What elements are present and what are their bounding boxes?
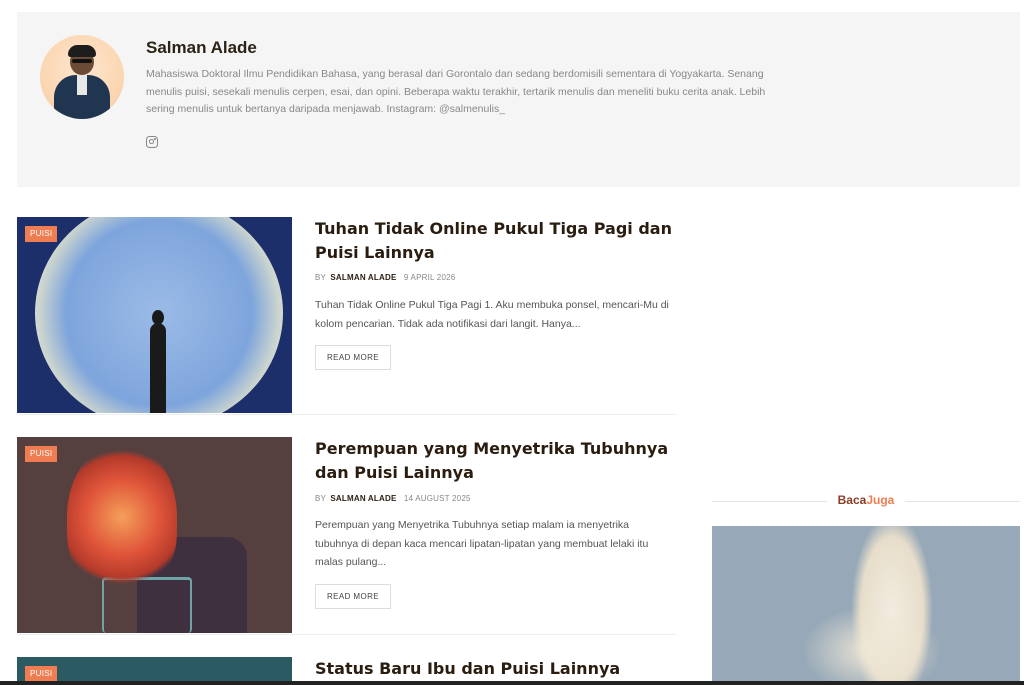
post-thumbnail[interactable]: PUISI	[17, 437, 292, 633]
instagram-icon[interactable]	[146, 136, 158, 148]
post-item: PUISI Tuhan Tidak Online Pukul Tiga Pagi…	[17, 217, 677, 415]
post-title[interactable]: Status Baru Ibu dan Puisi Lainnya	[315, 657, 675, 681]
post-excerpt: Perempuan yang Menyetrika Tubuhnya setia…	[315, 519, 649, 568]
post-author[interactable]: SALMAN ALADE	[330, 273, 396, 282]
category-badge[interactable]: PUISI	[25, 226, 58, 242]
post-divider	[17, 634, 677, 635]
post-author[interactable]: SALMAN ALADE	[330, 494, 396, 503]
post-divider	[17, 414, 677, 415]
post-title[interactable]: Tuhan Tidak Online Pukul Tiga Pagi dan P…	[315, 217, 675, 265]
post-meta: BY SALMAN ALADE 14 AUGUST 2025	[315, 494, 471, 503]
author-avatar[interactable]	[40, 35, 124, 119]
read-more-button[interactable]: READ MORE	[315, 584, 391, 609]
post-excerpt: Tuhan Tidak Online Pukul Tiga Pagi 1. Ak…	[315, 299, 669, 330]
sidebar-section-title: BacaJuga	[837, 493, 895, 507]
post-date: 9 APRIL 2026	[403, 273, 456, 282]
author-box: Salman Alade Mahasiswa Doktoral Ilmu Pen…	[17, 12, 1020, 187]
read-more-button[interactable]: READ MORE	[315, 345, 391, 370]
category-badge[interactable]: PUISI	[25, 666, 58, 682]
category-badge[interactable]: PUISI	[25, 446, 58, 462]
window-bottom-edge	[0, 681, 1024, 685]
sidebar-featured-image[interactable]	[712, 526, 1020, 685]
post-item: PUISI Perempuan yang Menyetrika Tubuhnya…	[17, 437, 677, 635]
post-title[interactable]: Perempuan yang Menyetrika Tubuhnya dan P…	[315, 437, 675, 485]
author-bio: Mahasiswa Doktoral Ilmu Pendidikan Bahas…	[146, 68, 766, 115]
post-thumbnail[interactable]: PUISI	[17, 217, 292, 413]
author-name[interactable]: Salman Alade	[146, 38, 257, 58]
post-date: 14 AUGUST 2025	[403, 494, 471, 503]
post-meta: BY SALMAN ALADE 9 APRIL 2026	[315, 273, 456, 282]
